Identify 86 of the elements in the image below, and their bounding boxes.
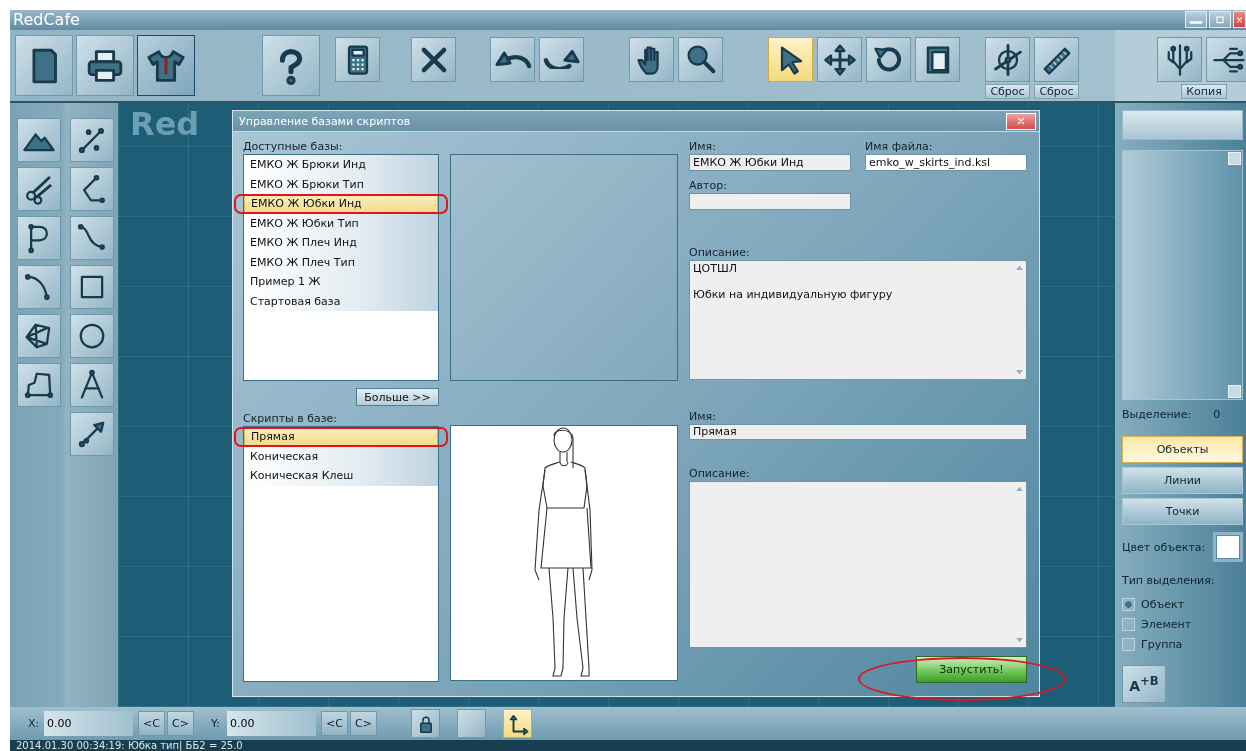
toolbar-button[interactable]: [76, 35, 134, 96]
canvas-logo: Red: [130, 105, 200, 143]
text-field[interactable]: Прямая: [689, 424, 1027, 440]
checkbox-label: Группа: [1141, 637, 1183, 651]
step-button[interactable]: <C: [321, 711, 348, 736]
toolbar-button[interactable]: [915, 37, 960, 82]
window-title: RedCafe: [12, 10, 80, 30]
tool-button[interactable]: [17, 363, 61, 407]
checkbox[interactable]: [1122, 597, 1135, 611]
tool-button[interactable]: [70, 118, 114, 162]
tool-button[interactable]: [17, 216, 61, 260]
toolbar-button[interactable]: [1157, 37, 1202, 82]
toolbar-button[interactable]: [411, 37, 456, 82]
toolbar-button[interactable]: [1034, 37, 1079, 82]
color-label: Цвет объекта:: [1122, 540, 1206, 554]
step-button[interactable]: C>: [350, 711, 377, 736]
coordinate-label: Y:: [211, 717, 221, 730]
description-text: ЦОТШЛ Юбки на индивидуальную фигуру: [692, 261, 894, 303]
tool-button[interactable]: [17, 265, 61, 309]
text-field[interactable]: [1122, 110, 1243, 140]
toolbar-button[interactable]: [629, 37, 674, 82]
selection-type-label: Тип выделения:: [1122, 574, 1216, 588]
undo-icon: [493, 50, 532, 69]
toolbar-button[interactable]: [490, 37, 535, 82]
tool-button[interactable]: [70, 412, 114, 456]
toolbar-button[interactable]: [817, 37, 862, 82]
field-label: Имя:: [689, 140, 717, 154]
field-label: Описание:: [689, 246, 751, 260]
text-field[interactable]: emko_w_skirts_ind.ksl: [865, 154, 1027, 171]
checkbox[interactable]: [1122, 617, 1135, 631]
status-bar: 2014.01.30 00:34:19: Юбка тип| ББ2 = 25.0: [10, 740, 1246, 751]
coordinate-label: X:: [28, 717, 41, 730]
tool-button[interactable]: [17, 118, 61, 162]
color-swatch[interactable]: [1213, 532, 1243, 562]
text-field[interactable]: [689, 193, 851, 210]
toolbar-button[interactable]: [15, 35, 73, 96]
tool-button[interactable]: [70, 314, 114, 358]
selection-label: Выделение:: [1122, 408, 1192, 422]
checkbox[interactable]: [1122, 637, 1135, 651]
tool-button[interactable]: [70, 216, 114, 260]
step-button[interactable]: <C: [138, 711, 165, 736]
field-label: Автор:: [689, 179, 728, 193]
coordinate-field[interactable]: 0.00: [227, 711, 316, 736]
minimize-icon: [1189, 20, 1203, 25]
toolbar-button[interactable]: [866, 37, 911, 82]
toolbar-button[interactable]: [768, 37, 813, 82]
move-icon: [821, 41, 858, 78]
reset-button[interactable]: Сброс: [1034, 84, 1079, 99]
checkbox-label: Элемент: [1141, 617, 1192, 631]
toolbar-button[interactable]: [137, 35, 195, 96]
mode-button[interactable]: Точки: [1122, 498, 1243, 525]
swap-button[interactable]: A$^{+B}$: [1122, 665, 1166, 703]
run-button[interactable]: Запустить!: [916, 656, 1027, 683]
field-label: Имя файла:: [865, 140, 934, 154]
checkbox-label: Объект: [1141, 597, 1185, 611]
selection-count: 0: [1213, 408, 1221, 422]
reset-button[interactable]: Сброс: [985, 84, 1030, 99]
field-label: Описание:: [689, 467, 751, 481]
tool-button[interactable]: [17, 314, 61, 358]
redo-icon: [542, 50, 581, 69]
step-button[interactable]: C>: [167, 711, 194, 736]
mode-button[interactable]: Линии: [1122, 467, 1243, 494]
dialog-title: Управление базами скриптов: [238, 114, 411, 128]
copy-button[interactable]: Копия: [1181, 84, 1227, 99]
tool-button[interactable]: [70, 167, 114, 211]
tool-button[interactable]: [70, 265, 114, 309]
tool-button[interactable]: [70, 363, 114, 407]
toolbar-button[interactable]: [411, 709, 440, 738]
toolbar-button[interactable]: [985, 37, 1030, 82]
text-field[interactable]: ЕМКО Ж Юбки Инд: [689, 154, 851, 171]
more-button[interactable]: Больше >>: [356, 388, 439, 406]
mode-button[interactable]: Объекты: [1122, 436, 1243, 463]
toolbar-button[interactable]: [1206, 37, 1246, 82]
toolbar-button[interactable]: [539, 37, 584, 82]
close-button[interactable]: [1233, 11, 1246, 28]
list-label: Доступные базы:: [243, 140, 344, 154]
list-label: Скрипты в базе:: [243, 412, 339, 426]
tool-button[interactable]: [17, 167, 61, 211]
toolbar-button[interactable]: [262, 35, 320, 96]
field-label: Имя:: [689, 410, 717, 424]
description-field[interactable]: ЦОТШЛ Юбки на индивидуальную фигуру: [689, 260, 1027, 380]
coordinate-field[interactable]: 0.00: [44, 711, 133, 736]
description-field[interactable]: [689, 481, 1027, 648]
toolbar-button[interactable]: [503, 709, 532, 738]
toolbar-button[interactable]: [678, 37, 723, 82]
toolbar-button[interactable]: [335, 37, 380, 82]
